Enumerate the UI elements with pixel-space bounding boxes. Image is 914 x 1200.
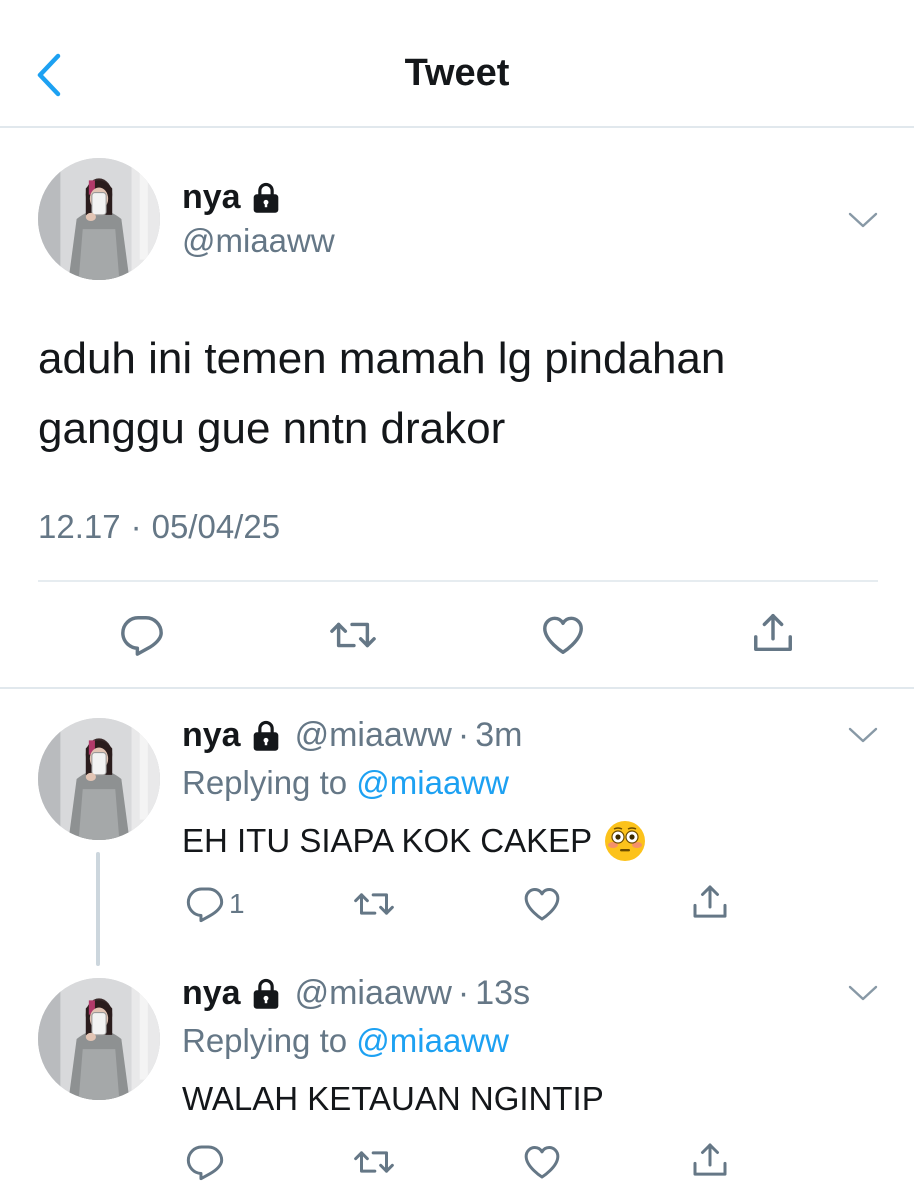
tweet-date[interactable]: 05/04/25 (152, 508, 280, 546)
tweet-text: aduh ini temen mamah lg pindahan ganggu … (38, 334, 726, 453)
avatar-photo (38, 158, 160, 280)
share-icon (690, 882, 730, 922)
retweet-button[interactable] (352, 1142, 396, 1182)
chevron-down-icon (847, 725, 879, 745)
tweet-menu-button[interactable] (847, 983, 879, 1003)
reply-button[interactable] (185, 1142, 225, 1182)
replying-to-label: Replying to (182, 1022, 348, 1059)
like-icon (522, 884, 562, 924)
user-handle[interactable]: @miaaww (295, 974, 452, 1013)
reply-icon (119, 612, 165, 658)
chevron-down-icon (847, 210, 879, 230)
reply-count: 1 (229, 888, 245, 919)
flushed-face-emoji (605, 821, 646, 861)
lock-icon (251, 182, 281, 214)
tweet-menu-button[interactable] (847, 210, 879, 230)
tweet-timestamp: 12.17 · 05/04/25 (38, 508, 280, 546)
display-name[interactable]: nya (182, 178, 281, 217)
replying-to-label: Replying to (182, 764, 348, 801)
lock-icon (251, 720, 281, 752)
page-title: Tweet (404, 52, 510, 94)
like-button[interactable] (522, 884, 562, 924)
like-icon (522, 1142, 562, 1182)
divider (38, 580, 878, 582)
display-name[interactable]: nya (182, 716, 241, 755)
meta-separator: · (457, 974, 470, 1012)
like-button[interactable] (522, 1142, 562, 1182)
tweet-time: 12.17 (38, 508, 121, 545)
tweet-menu-button[interactable] (847, 725, 879, 745)
lock-icon (251, 978, 281, 1010)
chevron-down-icon (847, 983, 879, 1003)
share-button[interactable] (690, 1140, 730, 1180)
like-button[interactable] (540, 612, 586, 658)
avatar[interactable] (38, 718, 160, 840)
replying-to: Replying to @miaaww (182, 764, 509, 802)
reply-icon (185, 1142, 225, 1182)
replying-to: Replying to @miaaww (182, 1022, 509, 1060)
like-icon (540, 612, 586, 658)
timestamp-separator: · (130, 508, 142, 545)
header-bar: Tweet (0, 0, 914, 128)
display-name[interactable]: nya (182, 974, 241, 1013)
retweet-icon (352, 1142, 396, 1182)
retweet-icon (352, 884, 396, 924)
share-button[interactable] (690, 882, 730, 922)
reply-text-content: WALAH KETAUAN NGINTIP (182, 1080, 604, 1117)
thread-connector (96, 852, 100, 966)
meta-separator: · (457, 716, 470, 754)
avatar[interactable] (38, 158, 160, 280)
reply-time: 3m (475, 716, 523, 754)
display-name-text: nya (182, 178, 241, 216)
replying-to-link[interactable]: @miaaww (356, 1022, 509, 1059)
retweet-button[interactable] (352, 884, 396, 924)
reply-icon (185, 884, 225, 924)
share-icon (690, 1140, 730, 1180)
reply-text-content: EH ITU SIAPA KOK CAKEP (182, 822, 593, 859)
section-divider (0, 687, 914, 689)
avatar-photo (38, 978, 160, 1100)
avatar-photo (38, 718, 160, 840)
reply-text: EH ITU SIAPA KOK CAKEP (182, 820, 646, 862)
share-icon (750, 610, 796, 656)
user-handle[interactable]: @miaaww (295, 716, 452, 755)
share-button[interactable] (750, 610, 796, 656)
reply-header: nya @miaaww · 3m (182, 716, 522, 755)
reply-header: nya @miaaww · 13s (182, 974, 530, 1013)
reply-button[interactable]: 1 (185, 884, 245, 924)
avatar[interactable] (38, 978, 160, 1100)
reply-button[interactable] (119, 612, 165, 658)
replying-to-link[interactable]: @miaaww (356, 764, 509, 801)
user-handle[interactable]: @miaaww (182, 222, 335, 260)
retweet-button[interactable] (328, 612, 378, 658)
reply-time: 13s (475, 974, 531, 1012)
reply-text: WALAH KETAUAN NGINTIP (182, 1080, 604, 1118)
retweet-icon (328, 612, 378, 658)
